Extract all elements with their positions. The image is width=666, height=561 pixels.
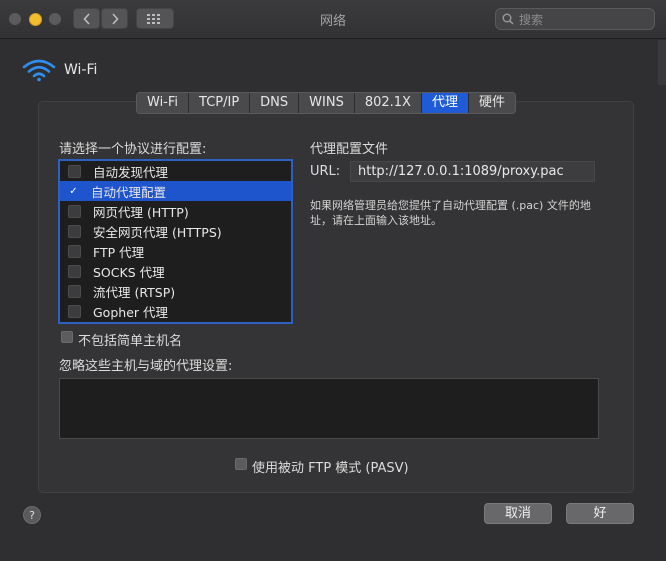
tab-proxies[interactable]: 代理 <box>421 93 469 113</box>
protocol-label: Gopher 代理 <box>93 304 168 320</box>
interface-name: Wi-Fi <box>64 62 98 78</box>
help-text: 如果网络管理员给您提供了自动代理配置 (.pac) 文件的地址，请在上面输入该地… <box>310 199 591 227</box>
search-icon <box>502 13 514 25</box>
list-item[interactable]: 安全网页代理 (HTTPS) <box>60 221 291 241</box>
protocol-checkbox[interactable] <box>68 224 81 238</box>
list-item[interactable]: 网页代理 (HTTP) <box>60 201 291 221</box>
bypass-heading: 忽略这些主机与域的代理设置: <box>59 359 233 374</box>
list-item[interactable]: 流代理 (RTSP) <box>60 281 291 301</box>
tab-wifi[interactable]: Wi-Fi <box>137 93 190 113</box>
list-item[interactable]: 自动发现代理 <box>60 161 291 181</box>
protocol-checkbox[interactable] <box>68 204 81 218</box>
protocol-label: 流代理 (RTSP) <box>93 284 176 300</box>
protocol-list[interactable]: 自动发现代理 ✓ 自动代理配置 网页代理 (HTTP) 安全网页代理 (HTTP… <box>58 159 293 324</box>
ok-button[interactable]: 好 <box>566 503 634 524</box>
tab-8021x[interactable]: 802.1X <box>355 93 422 113</box>
protocol-checkbox[interactable] <box>68 284 81 298</box>
protocol-label: 网页代理 (HTTP) <box>93 204 189 220</box>
exclude-simple-hostnames-checkbox[interactable] <box>61 331 73 343</box>
tab-bar: Wi-Fi TCP/IP DNS WINS 802.1X 代理 硬件 <box>136 92 516 114</box>
wifi-icon <box>22 59 56 82</box>
checkmark-icon: ✓ <box>69 185 78 197</box>
tab-tcpip[interactable]: TCP/IP <box>189 93 251 113</box>
list-item[interactable]: SOCKS 代理 <box>60 261 291 281</box>
protocol-label: 安全网页代理 (HTTPS) <box>93 224 222 240</box>
bypass-hosts-textarea[interactable] <box>59 378 599 439</box>
protocol-label: SOCKS 代理 <box>93 264 165 280</box>
cancel-button[interactable]: 取消 <box>484 503 552 524</box>
list-item[interactable]: FTP 代理 <box>60 241 291 261</box>
list-item[interactable]: Gopher 代理 <box>60 301 291 321</box>
tab-wins[interactable]: WINS <box>299 93 355 113</box>
url-label: URL: <box>310 164 341 179</box>
config-file-heading: 代理配置文件 <box>310 142 389 157</box>
protocol-label: 自动代理配置 <box>91 184 167 200</box>
search-placeholder: 搜索 <box>519 12 544 27</box>
passive-ftp-checkbox[interactable] <box>235 458 247 470</box>
tab-dns[interactable]: DNS <box>250 93 300 113</box>
search-field[interactable]: 搜索 <box>495 8 655 30</box>
title-bar: 网络 搜索 <box>0 0 666 39</box>
help-button[interactable]: ? <box>23 506 41 524</box>
protocol-checkbox[interactable] <box>68 244 81 258</box>
protocol-label: 自动发现代理 <box>93 164 169 180</box>
list-item[interactable]: ✓ 自动代理配置 <box>60 181 291 201</box>
protocol-checkbox[interactable] <box>68 264 81 278</box>
protocol-label: FTP 代理 <box>93 244 145 260</box>
exclude-simple-hostnames-label: 不包括简单主机名 <box>78 334 183 349</box>
protocol-list-heading: 请选择一个协议进行配置: <box>59 142 207 157</box>
window-edge <box>658 40 666 85</box>
protocol-checkbox[interactable] <box>68 164 81 178</box>
passive-ftp-label: 使用被动 FTP 模式 (PASV) <box>252 461 409 476</box>
protocol-checkbox[interactable]: ✓ <box>68 186 79 197</box>
protocol-checkbox[interactable] <box>68 304 81 318</box>
url-input[interactable]: http://127.0.0.1:1089/proxy.pac <box>350 161 595 182</box>
tab-hardware[interactable]: 硬件 <box>469 93 515 113</box>
